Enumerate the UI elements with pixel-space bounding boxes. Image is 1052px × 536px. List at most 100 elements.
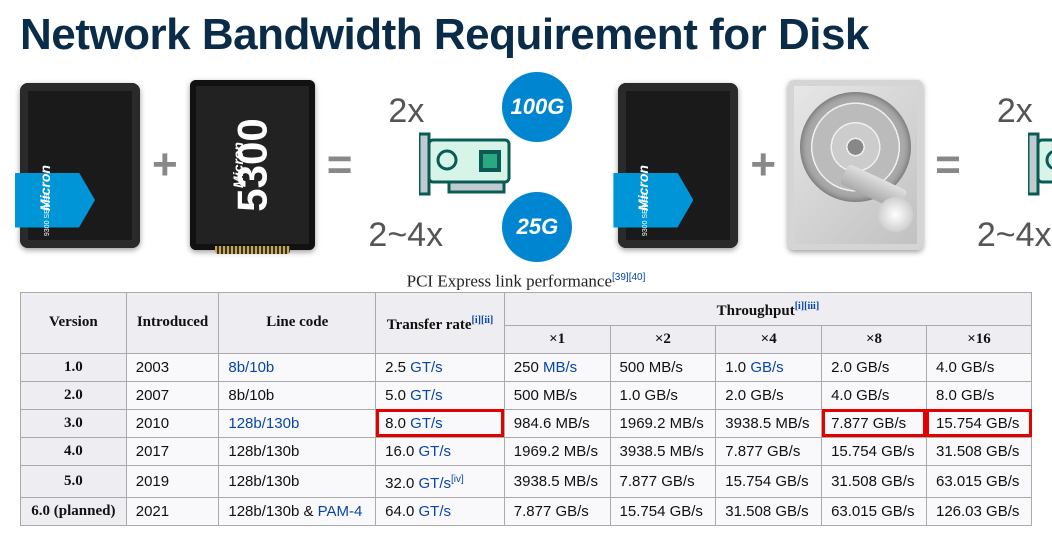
cell-version: 4.0 bbox=[21, 437, 127, 465]
cell-transfer-rate: 8.0 GT/s bbox=[376, 409, 505, 437]
link-8b10b[interactable]: 8b/10b bbox=[228, 359, 274, 376]
cell-throughput: 8.0 GB/s bbox=[926, 381, 1031, 409]
table-row: 3.02010128b/130b8.0 GT/s984.6 MB/s1969.2… bbox=[21, 409, 1032, 437]
link-gts[interactable]: GT/s bbox=[414, 475, 451, 492]
cell-throughput: 15.754 GB/s bbox=[610, 497, 716, 525]
ref-ii[interactable]: [ii] bbox=[481, 315, 493, 326]
plus-icon: + bbox=[744, 143, 782, 187]
cell-year: 2007 bbox=[126, 381, 219, 409]
col-introduced: Introduced bbox=[126, 292, 219, 353]
group-ssd-ssd: Micron 9300 SERIES + Micron 5300 = 2x 10… bbox=[20, 70, 574, 260]
equals-icon: = bbox=[929, 143, 967, 187]
cell-throughput: 63.015 GB/s bbox=[926, 465, 1031, 497]
cell-throughput: 126.03 GB/s bbox=[926, 497, 1031, 525]
plus-icon: + bbox=[146, 143, 184, 187]
cell-throughput: 1969.2 MB/s bbox=[610, 409, 716, 437]
equals-icon: = bbox=[321, 143, 359, 187]
ref-iv[interactable]: [iv] bbox=[451, 474, 464, 485]
cell-throughput: 1.0 GB/s bbox=[716, 353, 822, 381]
link-gts[interactable]: GT/s bbox=[414, 503, 451, 520]
cell-throughput: 3938.5 MB/s bbox=[716, 409, 822, 437]
cell-throughput: 250 MB/s bbox=[504, 353, 610, 381]
multiplier-top: 2x bbox=[388, 92, 424, 131]
ssd-5300-model: 5300 bbox=[229, 118, 277, 211]
group-ssd-hdd: Micron 9300 SERIES + = 2x 25G 2~4x 10G bbox=[618, 70, 1052, 260]
col-transfer: Transfer rate[i][ii] bbox=[376, 292, 505, 353]
link-gts[interactable]: GT/s bbox=[414, 443, 451, 460]
nic-result-right: 2x 25G 2~4x 10G bbox=[973, 70, 1052, 260]
cell-linecode: 8b/10b bbox=[219, 381, 376, 409]
ssd-9300-icon: Micron 9300 SERIES bbox=[20, 83, 140, 248]
link-gts[interactable]: GT/s bbox=[406, 415, 443, 432]
col-x2: ×2 bbox=[610, 325, 716, 353]
cell-linecode: 128b/130b bbox=[219, 437, 376, 465]
cell-transfer-rate: 5.0 GT/s bbox=[376, 381, 505, 409]
table-caption-text: PCI Express link performance bbox=[407, 272, 612, 291]
cell-throughput: 15.754 GB/s bbox=[822, 437, 927, 465]
cell-throughput: 15.754 GB/s bbox=[716, 465, 822, 497]
cell-throughput: 2.0 GB/s bbox=[716, 381, 822, 409]
cell-version: 6.0 (planned) bbox=[21, 497, 127, 525]
ref-i[interactable]: [i] bbox=[795, 301, 804, 312]
cell-linecode: 128b/130b bbox=[219, 409, 376, 437]
nic-card-icon bbox=[419, 132, 514, 202]
table-caption: PCI Express link performance[39][40] bbox=[20, 268, 1032, 292]
page-title: Network Bandwidth Requirement for Disk bbox=[20, 10, 1032, 60]
pcie-table: Version Introduced Line code Transfer ra… bbox=[20, 292, 1032, 526]
col-throughput: Throughput[i][iii] bbox=[504, 292, 1031, 325]
cell-throughput: 3938.5 MB/s bbox=[504, 465, 610, 497]
table-row: 6.0 (planned)2021128b/130b & PAM-464.0 G… bbox=[21, 497, 1032, 525]
link-gts[interactable]: GT/s bbox=[406, 359, 443, 376]
link-128b130b[interactable]: 128b/130b bbox=[228, 415, 299, 432]
link-mbs[interactable]: MB/s bbox=[543, 359, 577, 376]
cell-year: 2021 bbox=[126, 497, 219, 525]
col-x8: ×8 bbox=[822, 325, 927, 353]
table-row: 4.02017128b/130b16.0 GT/s1969.2 MB/s3938… bbox=[21, 437, 1032, 465]
cell-throughput: 7.877 GB/s bbox=[716, 437, 822, 465]
cell-linecode: 128b/130b & PAM-4 bbox=[219, 497, 376, 525]
link-gts[interactable]: GT/s bbox=[406, 387, 443, 404]
cell-version: 1.0 bbox=[21, 353, 127, 381]
cell-transfer-rate: 64.0 GT/s bbox=[376, 497, 505, 525]
ref-iii[interactable]: [iii] bbox=[804, 301, 819, 312]
cell-throughput: 7.877 GB/s bbox=[822, 409, 927, 437]
multiplier-top: 2x bbox=[997, 92, 1033, 131]
cell-throughput: 15.754 GB/s bbox=[926, 409, 1031, 437]
table-header-row: Version Introduced Line code Transfer ra… bbox=[21, 292, 1032, 325]
ssd-series: 9300 SERIES bbox=[643, 192, 650, 235]
table-row: 2.020078b/10b5.0 GT/s500 MB/s1.0 GB/s2.0… bbox=[21, 381, 1032, 409]
col-x4: ×4 bbox=[716, 325, 822, 353]
cell-throughput: 31.508 GB/s bbox=[716, 497, 822, 525]
ref-40[interactable]: [40] bbox=[629, 272, 646, 283]
ssd-5300-icon: Micron 5300 bbox=[190, 80, 315, 250]
nic-card-icon bbox=[1028, 132, 1052, 202]
badge-25g: 25G bbox=[502, 192, 572, 262]
ssd-9300-icon: Micron 9300 SERIES bbox=[618, 83, 738, 248]
multiplier-bottom: 2~4x bbox=[977, 216, 1052, 255]
cell-version: 2.0 bbox=[21, 381, 127, 409]
cell-linecode: 8b/10b bbox=[219, 353, 376, 381]
ref-39[interactable]: [39] bbox=[612, 272, 629, 283]
table-row: 5.02019128b/130b32.0 GT/s[iv]3938.5 MB/s… bbox=[21, 465, 1032, 497]
table-row: 1.020038b/10b2.5 GT/s250 MB/s500 MB/s1.0… bbox=[21, 353, 1032, 381]
col-x16: ×16 bbox=[926, 325, 1031, 353]
cell-transfer-rate: 2.5 GT/s bbox=[376, 353, 505, 381]
link-pam4[interactable]: PAM-4 bbox=[318, 503, 363, 520]
col-transfer-label: Transfer rate bbox=[387, 317, 472, 333]
cell-linecode: 128b/130b bbox=[219, 465, 376, 497]
cell-throughput: 984.6 MB/s bbox=[504, 409, 610, 437]
cell-throughput: 7.877 GB/s bbox=[504, 497, 610, 525]
col-linecode: Line code bbox=[219, 292, 376, 353]
cell-transfer-rate: 32.0 GT/s[iv] bbox=[376, 465, 505, 497]
multiplier-bottom: 2~4x bbox=[368, 216, 443, 255]
cell-throughput: 2.0 GB/s bbox=[822, 353, 927, 381]
cell-version: 5.0 bbox=[21, 465, 127, 497]
ssd-series: 9300 SERIES bbox=[44, 192, 51, 235]
cell-throughput: 63.015 GB/s bbox=[822, 497, 927, 525]
ref-i[interactable]: [i] bbox=[472, 315, 481, 326]
link-gbs[interactable]: GB/s bbox=[750, 359, 783, 376]
cell-year: 2017 bbox=[126, 437, 219, 465]
cell-throughput: 7.877 GB/s bbox=[610, 465, 716, 497]
cell-year: 2010 bbox=[126, 409, 219, 437]
col-version: Version bbox=[21, 292, 127, 353]
